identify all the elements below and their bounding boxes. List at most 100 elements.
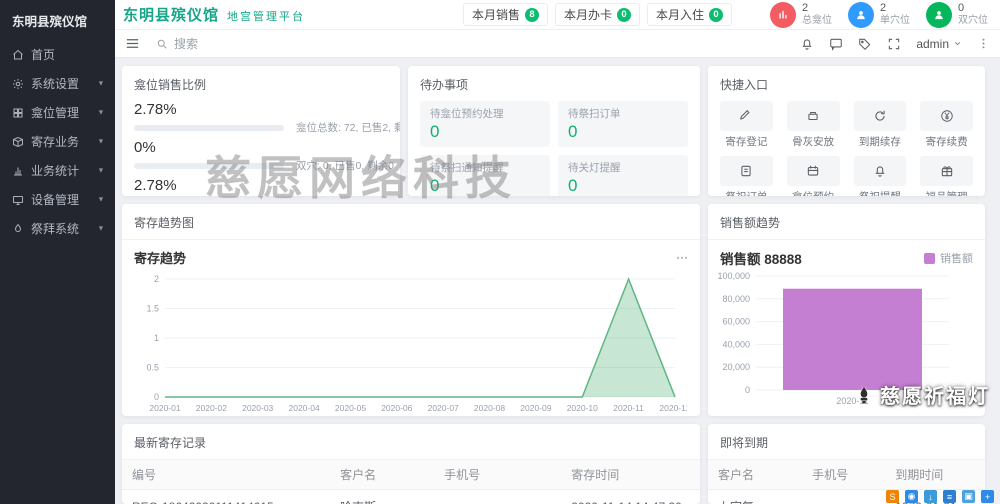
sales-legend-swatch: [924, 252, 935, 264]
quick-storage-fee[interactable]: 寄存续费: [920, 101, 973, 149]
brand: 东明县殡仪馆 地宫管理平台: [123, 4, 305, 25]
sidebar-item-business-statistics[interactable]: 业务统计 ▼: [0, 156, 115, 185]
svg-text:1.5: 1.5: [146, 304, 159, 314]
svg-text:0: 0: [154, 392, 159, 402]
fullscreen-icon[interactable]: [887, 37, 901, 51]
summary-label: 双穴位: [958, 15, 988, 27]
extension-icon[interactable]: ◉: [905, 490, 918, 503]
stat-monthly-cards[interactable]: 本月办卡 0: [554, 3, 640, 26]
extension-icon[interactable]: ▣: [962, 490, 975, 503]
card-title: 寄存趋势图: [122, 204, 700, 240]
svg-text:60,000: 60,000: [722, 317, 750, 327]
card-title: 待办事项: [420, 78, 469, 92]
card-niche-sales-ratio: 龛位销售比例 2.78% 龛位总数: 72, 已售2, 剩余70 0% 双穴: …: [122, 66, 400, 196]
todo-value: 0: [568, 122, 578, 141]
summary-value: 2: [802, 2, 809, 15]
summary-value: 0: [958, 2, 965, 15]
chart-legend[interactable]: 销售额: [924, 250, 973, 266]
sidebar-item-storage-business[interactable]: 寄存业务 ▼: [0, 127, 115, 156]
svg-text:2020-12: 2020-12: [659, 403, 687, 413]
sidebar-item-label: 首页: [31, 48, 56, 62]
yen-icon: [940, 110, 953, 122]
top-header: 东明县殡仪馆 地宫管理平台 本月销售 8 本月办卡 0 本月入住 0 2 总龛位: [115, 0, 1000, 30]
quick-storage-register[interactable]: 寄存登记: [720, 101, 773, 149]
extension-icon[interactable]: ≡: [943, 490, 956, 503]
search-input[interactable]: 搜索: [156, 35, 198, 52]
todo-label: 待关灯提醒: [568, 162, 621, 174]
tag-icon[interactable]: [858, 37, 872, 51]
svg-text:2020-06: 2020-06: [381, 403, 412, 413]
bell-icon[interactable]: [800, 37, 814, 51]
chevron-down-icon: [954, 42, 961, 46]
svg-text:2020-05: 2020-05: [335, 403, 366, 413]
svg-text:80,000: 80,000: [722, 294, 750, 304]
cell-phone: [434, 489, 562, 504]
stat-label: 本月销售: [471, 8, 520, 22]
message-icon[interactable]: [829, 37, 843, 51]
quick-worship-reminder[interactable]: 祭祀提醒: [853, 156, 907, 196]
card-storage-trend: 寄存趋势图 寄存趋势 ⋯ 0 0.5 1 1.5 2 2020-01 2020-02 2020…: [122, 204, 700, 416]
svg-text:1: 1: [154, 333, 159, 343]
quick-ash-placement[interactable]: 骨灰安放: [786, 101, 840, 149]
chevron-down-icon: ▼: [97, 108, 105, 117]
ratio-percent: 2.78%: [134, 101, 177, 118]
card-title: 快捷入口: [720, 78, 769, 92]
card-title: 即将到期: [708, 424, 985, 460]
monitor-icon: [13, 195, 23, 205]
quick-niche-reservation[interactable]: 龛位预约: [786, 156, 840, 196]
header-summary: 2 总龛位 2 单穴位 0 双穴位: [770, 1, 988, 28]
todo-niche-reservation[interactable]: 待龛位预约处理 0: [420, 101, 550, 147]
page-subtitle: 地宫管理平台: [227, 11, 306, 23]
ratio-row-single: 2.78% 单穴: 72, 已售2, 剩余70: [134, 177, 388, 196]
summary-label: 总龛位: [802, 15, 832, 27]
sidebar-item-worship-system[interactable]: 祭拜系统 ▼: [0, 214, 115, 243]
stat-monthly-checkin[interactable]: 本月入住 0: [646, 3, 732, 26]
chart-toolbox-icon[interactable]: ⋯: [676, 251, 688, 265]
cell-record-id: REG-18642020111414615: [122, 489, 331, 504]
svg-text:2020-03: 2020-03: [242, 403, 273, 413]
stat-label: 本月办卡: [563, 8, 612, 22]
todo-lamp-reminder[interactable]: 待关灯提醒 0: [558, 155, 688, 196]
sidebar-item-niche-management[interactable]: 龛位管理 ▼: [0, 98, 115, 127]
quick-renew-storage[interactable]: 到期续存: [853, 101, 907, 149]
order-list-icon: [741, 165, 751, 177]
menu-icon[interactable]: [125, 36, 140, 51]
user-icon: [926, 1, 952, 28]
todo-value: 0: [568, 176, 578, 195]
svg-text:20,000: 20,000: [722, 362, 750, 372]
ratio-desc: 龛位总数: 72, 已售2, 剩余70: [296, 122, 400, 134]
progress-bar: [134, 124, 284, 131]
sidebar: 东明县殡仪馆 首页 系统设置 ▼ 龛位管理 ▼ 寄存业务 ▼ 业务统计 ▼ 设备…: [0, 0, 115, 504]
card-title: 最新寄存记录: [122, 424, 700, 460]
card-title: 龛位销售比例: [134, 78, 207, 92]
chevron-down-icon: ▼: [97, 79, 105, 88]
user-menu[interactable]: admin: [916, 37, 962, 51]
svg-text:0: 0: [745, 385, 750, 395]
user-name: admin: [916, 36, 949, 51]
sidebar-item-equipment-management[interactable]: 设备管理 ▼: [0, 185, 115, 214]
kebab-icon[interactable]: [977, 37, 990, 50]
stat-label: 本月入住: [655, 8, 704, 22]
ratio-percent: 2.78%: [134, 177, 177, 194]
svg-text:2020-01: 2020-01: [149, 403, 180, 413]
extension-icon[interactable]: ↓: [924, 490, 937, 503]
card-title: 销售额趋势: [708, 204, 985, 240]
ratio-row-total: 2.78% 龛位总数: 72, 已售2, 剩余70: [134, 101, 400, 135]
sidebar-item-system-settings[interactable]: 系统设置 ▼: [0, 69, 115, 98]
extension-icon[interactable]: +: [981, 490, 994, 503]
cell-phone: [802, 489, 886, 504]
sidebar-item-home[interactable]: 首页: [0, 40, 115, 69]
column-header: 客户名: [330, 460, 435, 490]
quick-worship-orders[interactable]: 祭祀订单: [720, 156, 773, 196]
todo-worship-orders[interactable]: 待祭扫订单 0: [558, 101, 688, 147]
latest-records-table: 编号 客户名 手机号 寄存时间 REG-18642020111414615 哈吉…: [122, 460, 700, 504]
todo-worship-notice[interactable]: 待祭扫通知提醒 0: [420, 155, 550, 196]
stat-monthly-sales[interactable]: 本月销售 8: [462, 3, 548, 26]
sales-amount: 销售额 88888: [720, 252, 802, 267]
todo-value: 0: [430, 122, 440, 141]
card-quick-entry: 快捷入口 寄存登记 骨灰安放 到期续存 寄存续费: [708, 66, 985, 196]
quick-blessing-goods[interactable]: 福品管理: [920, 156, 973, 196]
svg-text:2020-11: 2020-11: [836, 396, 868, 406]
sidebar-item-label: 业务统计: [31, 164, 80, 178]
extension-icon[interactable]: S: [886, 490, 899, 503]
